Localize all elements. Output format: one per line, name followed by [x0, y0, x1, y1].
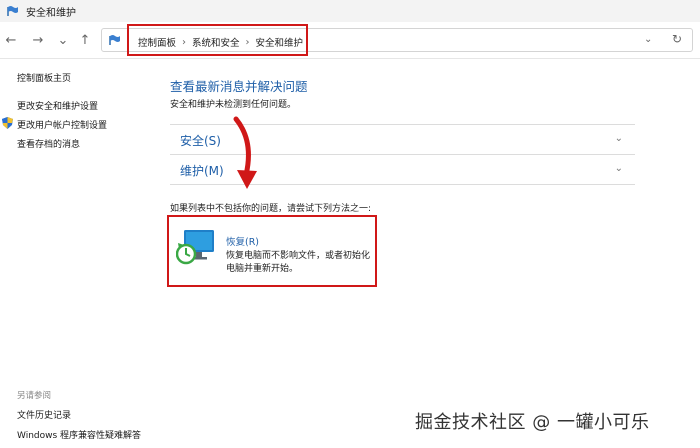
recent-locations-chevron-icon[interactable]: ⌄: [54, 31, 72, 49]
page-title: 查看最新消息并解决问题: [170, 79, 308, 94]
see-also-heading: 另请参阅: [17, 391, 52, 401]
chevron-down-icon[interactable]: ⌄: [615, 163, 623, 174]
up-arrow-icon[interactable]: ↑: [76, 31, 94, 49]
refresh-icon[interactable]: ↻: [672, 32, 682, 46]
back-arrow-icon[interactable]: ←: [2, 31, 20, 49]
recovery-link[interactable]: 恢复(R): [226, 234, 259, 248]
chevron-down-icon[interactable]: ⌄: [615, 133, 623, 144]
security-flag-icon: [6, 4, 20, 18]
window-title: 安全和维护: [26, 7, 76, 19]
address-bar[interactable]: 控制面板 › 系统和安全 › 安全和维护 ⌄ ↻: [101, 28, 693, 52]
sidebar-item-control-panel-home[interactable]: 控制面板主页: [17, 71, 71, 84]
breadcrumb-security-maintenance[interactable]: 安全和维护: [256, 35, 304, 49]
security-section-label: 安全(S): [180, 134, 221, 148]
recovery-monitor-icon[interactable]: [176, 228, 216, 266]
breadcrumb-separator-icon[interactable]: ›: [246, 37, 250, 48]
navigation-toolbar: ← → ⌄ ↑ 控制面板 › 系统和安全 › 安全和维护 ⌄ ↻: [0, 22, 700, 59]
recovery-description: 恢复电脑而不影响文件，或者初始化电脑并重新开始。: [226, 251, 371, 274]
sidebar-item-change-uac-settings[interactable]: 更改用户帐户控制设置: [17, 118, 107, 131]
sidebar-item-change-security-settings[interactable]: 更改安全和维护设置: [17, 99, 98, 112]
watermark: 掘金技术社区 @ 一罐小可乐: [415, 412, 650, 433]
title-bar: 安全和维护: [0, 0, 700, 22]
sidebar-link-compatibility-troubleshooter[interactable]: Windows 程序兼容性疑难解答: [17, 428, 141, 441]
page-subtitle: 安全和维护未检测到任何问题。: [170, 100, 297, 110]
breadcrumb-separator-icon[interactable]: ›: [182, 37, 186, 48]
red-pointer-arrow-icon: [233, 116, 257, 189]
forward-arrow-icon[interactable]: →: [29, 31, 47, 49]
control-panel-icon: [108, 33, 122, 47]
breadcrumb-system-security[interactable]: 系统和安全: [192, 35, 240, 49]
troubleshoot-hint: 如果列表中不包括你的问题，请尝试下列方法之一:: [170, 204, 372, 214]
uac-shield-icon: [2, 117, 13, 129]
breadcrumb: 控制面板 › 系统和安全 › 安全和维护: [138, 35, 304, 50]
sidebar-item-archived-messages[interactable]: 查看存档的消息: [17, 137, 80, 150]
breadcrumb-control-panel[interactable]: 控制面板: [138, 35, 176, 49]
sidebar-link-file-history[interactable]: 文件历史记录: [17, 408, 71, 421]
address-dropdown-icon[interactable]: ⌄: [644, 34, 652, 45]
